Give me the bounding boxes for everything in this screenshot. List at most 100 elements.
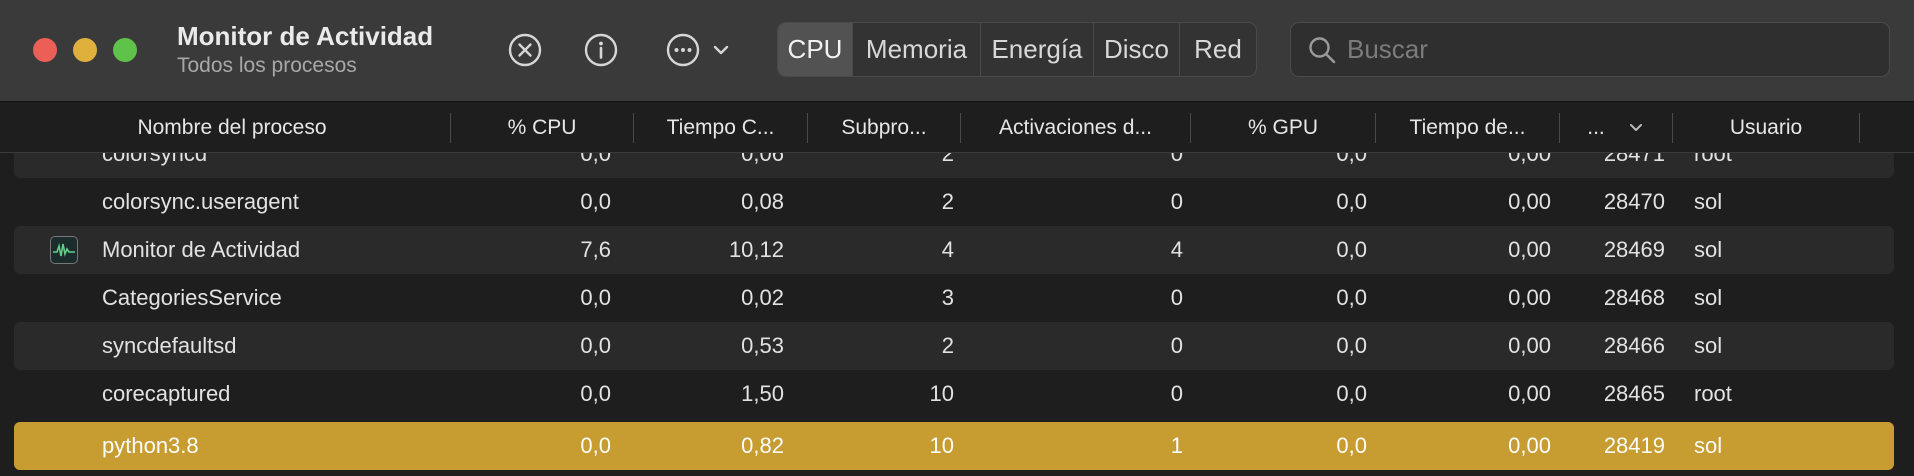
tab-red[interactable]: Red [1180, 23, 1256, 76]
chevron-down-icon [713, 45, 729, 55]
sort-descending-icon [1629, 124, 1642, 131]
tab-cpu[interactable]: CPU [778, 23, 853, 76]
threads: 3 [941, 285, 954, 310]
gpu-percent: 0,0 [1336, 189, 1367, 214]
cpu-percent: 0,0 [580, 381, 611, 406]
user: sol [1694, 285, 1723, 310]
column-header-process-name[interactable]: Nombre del proceso [14, 103, 450, 153]
pid: 28466 [1603, 333, 1665, 358]
process-name: Monitor de Actividad [102, 237, 301, 262]
window-title: Monitor de Actividad [177, 21, 434, 51]
cpu-percent: 0,0 [580, 189, 611, 214]
gpu-time: 0,00 [1508, 153, 1551, 166]
pid: 28471 [1603, 153, 1665, 166]
gpu-percent: 0,0 [1336, 381, 1367, 406]
table-row[interactable]: colorsyncd 0,0 0,06 2 0 0,0 0,00 28471 r… [14, 153, 1894, 178]
process-table: colorsyncd 0,0 0,06 2 0 0,0 0,00 28471 r… [0, 153, 1914, 476]
cpu-percent: 7,6 [580, 237, 611, 262]
wakeups: 0 [1170, 381, 1183, 406]
tab-memoria[interactable]: Memoria [853, 23, 981, 76]
wakeups: 0 [1170, 333, 1183, 358]
column-header-pid[interactable]: ... [1560, 103, 1672, 153]
window-close-button[interactable] [33, 38, 57, 62]
process-name: python3.8 [102, 433, 199, 458]
pid: 28469 [1603, 237, 1665, 262]
cpu-percent: 0,0 [580, 333, 611, 358]
search-field[interactable] [1290, 22, 1890, 77]
threads: 2 [941, 189, 954, 214]
ellipsis-circle-icon [666, 33, 700, 67]
gpu-time: 0,00 [1508, 285, 1551, 310]
threads: 2 [941, 333, 954, 358]
stop-process-button[interactable] [505, 30, 545, 70]
wakeups: 0 [1170, 285, 1183, 310]
cpu-time: 0,02 [741, 285, 784, 310]
table-row[interactable]: corecaptured 0,0 1,50 10 0 0,0 0,00 2846… [14, 370, 1894, 418]
gpu-time: 0,00 [1508, 433, 1551, 458]
window-minimize-button[interactable] [73, 38, 97, 62]
column-header-pid-label: ... [1587, 116, 1605, 139]
column-header-gpu-percent[interactable]: % GPU [1191, 103, 1375, 153]
cpu-time: 0,82 [741, 433, 784, 458]
more-actions-button[interactable] [660, 30, 736, 70]
process-name: CategoriesService [102, 285, 282, 310]
gpu-percent: 0,0 [1336, 333, 1367, 358]
x-circle-icon [508, 33, 542, 67]
gpu-time: 0,00 [1508, 381, 1551, 406]
process-name: colorsyncd [102, 153, 208, 166]
cpu-percent: 0,0 [580, 433, 611, 458]
gpu-time: 0,00 [1508, 333, 1551, 358]
table-row[interactable]: CategoriesService 0,0 0,02 3 0 0,0 0,00 … [14, 274, 1894, 322]
pid: 28419 [1603, 433, 1665, 458]
search-input[interactable] [1347, 34, 1867, 65]
inspect-process-button[interactable] [581, 30, 621, 70]
gpu-percent: 0,0 [1336, 285, 1367, 310]
user: sol [1694, 433, 1723, 458]
user: sol [1694, 189, 1723, 214]
wakeups: 0 [1170, 189, 1183, 214]
window-zoom-button[interactable] [113, 38, 137, 62]
wakeups: 0 [1170, 153, 1183, 166]
column-header-user[interactable]: Usuario [1673, 103, 1859, 153]
column-header-gpu-time[interactable]: Tiempo de... [1376, 103, 1559, 153]
pid: 28468 [1603, 285, 1665, 310]
table-row[interactable]: syncdefaultsd 0,0 0,53 2 0 0,0 0,00 2846… [14, 322, 1894, 370]
gpu-percent: 0,0 [1336, 153, 1367, 166]
column-header-cpu-time[interactable]: Tiempo C... [634, 103, 807, 153]
cpu-percent: 0,0 [580, 153, 611, 166]
user: root [1694, 381, 1732, 406]
pid: 28465 [1603, 381, 1665, 406]
cpu-percent: 0,0 [580, 285, 611, 310]
cpu-time: 1,50 [741, 381, 784, 406]
tab-disco[interactable]: Disco [1094, 23, 1180, 76]
cpu-time: 0,53 [741, 333, 784, 358]
table-row[interactable]: Monitor de Actividad 7,6 10,12 4 4 0,0 0… [14, 226, 1894, 274]
process-name: colorsync.useragent [102, 189, 299, 214]
threads: 10 [929, 433, 954, 458]
window-subtitle: Todos los procesos [177, 54, 357, 77]
threads: 10 [929, 381, 954, 406]
table-row[interactable]: colorsync.useragent 0,0 0,08 2 0 0,0 0,0… [14, 178, 1894, 226]
threads: 2 [941, 153, 954, 166]
gpu-percent: 0,0 [1336, 237, 1367, 262]
column-header-cpu-percent[interactable]: % CPU [451, 103, 633, 153]
wakeups: 1 [1170, 433, 1183, 458]
toolbar: Monitor de Actividad Todos los procesos … [0, 0, 1914, 102]
tab-energia[interactable]: Energía [981, 23, 1094, 76]
gpu-time: 0,00 [1508, 237, 1551, 262]
category-tabs: CPU Memoria Energía Disco Red [777, 22, 1257, 77]
column-divider[interactable] [1859, 113, 1860, 143]
process-name: corecaptured [102, 381, 231, 406]
activity-monitor-app-icon [50, 236, 78, 264]
column-header-threads[interactable]: Subpro... [808, 103, 960, 153]
search-icon [1307, 35, 1337, 65]
info-circle-icon [584, 33, 618, 67]
gpu-percent: 0,0 [1336, 433, 1367, 458]
wakeups: 4 [1170, 237, 1183, 262]
pid: 28470 [1603, 189, 1665, 214]
cpu-time: 10,12 [728, 237, 784, 262]
process-name: syncdefaultsd [102, 333, 237, 358]
column-header-wakeups[interactable]: Activaciones d... [961, 103, 1190, 153]
table-row-selected[interactable]: python3.8 0,0 0,82 10 1 0,0 0,00 28419 s… [14, 422, 1894, 470]
table-header: Nombre del proceso % CPU Tiempo C... Sub… [0, 103, 1914, 153]
